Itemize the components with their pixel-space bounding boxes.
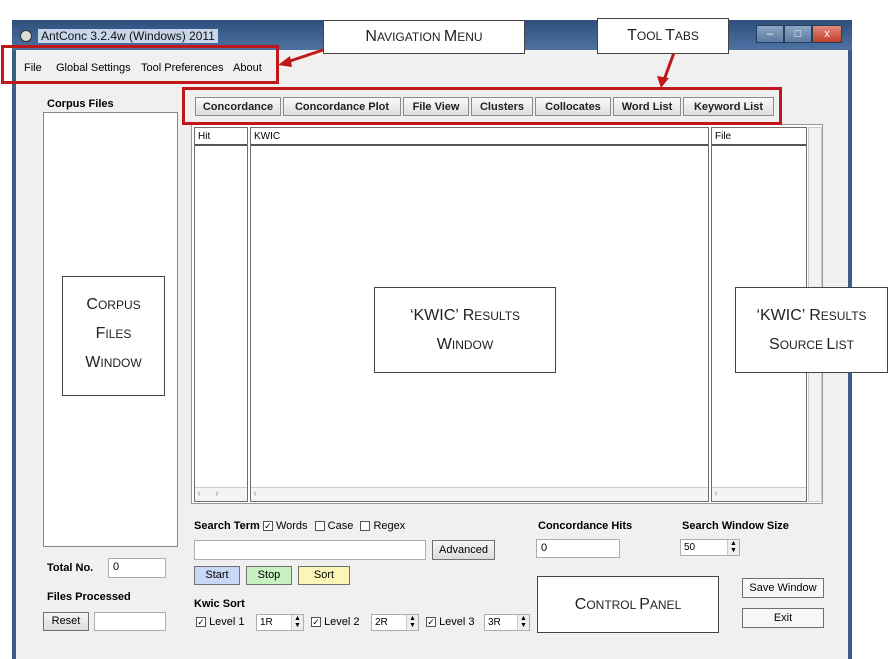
tabs-arrow (662, 49, 677, 81)
kwic-source-callout: ‘KWIC’ RESULTS SOURCE LIST (735, 287, 888, 373)
nav-arrowhead (278, 56, 292, 67)
nav-menu-callout: NAVIGATION MENU (323, 20, 525, 54)
tool-tabs-callout: TOOL TABS (597, 18, 729, 54)
tabs-arrowhead (657, 76, 669, 88)
control-panel-callout: CONTROL PANEL (537, 576, 719, 633)
kwic-results-callout: ‘KWIC’ RESULTS WINDOW (374, 287, 556, 373)
corpus-window-callout: CORPUS FILES WINDOW (62, 276, 165, 396)
